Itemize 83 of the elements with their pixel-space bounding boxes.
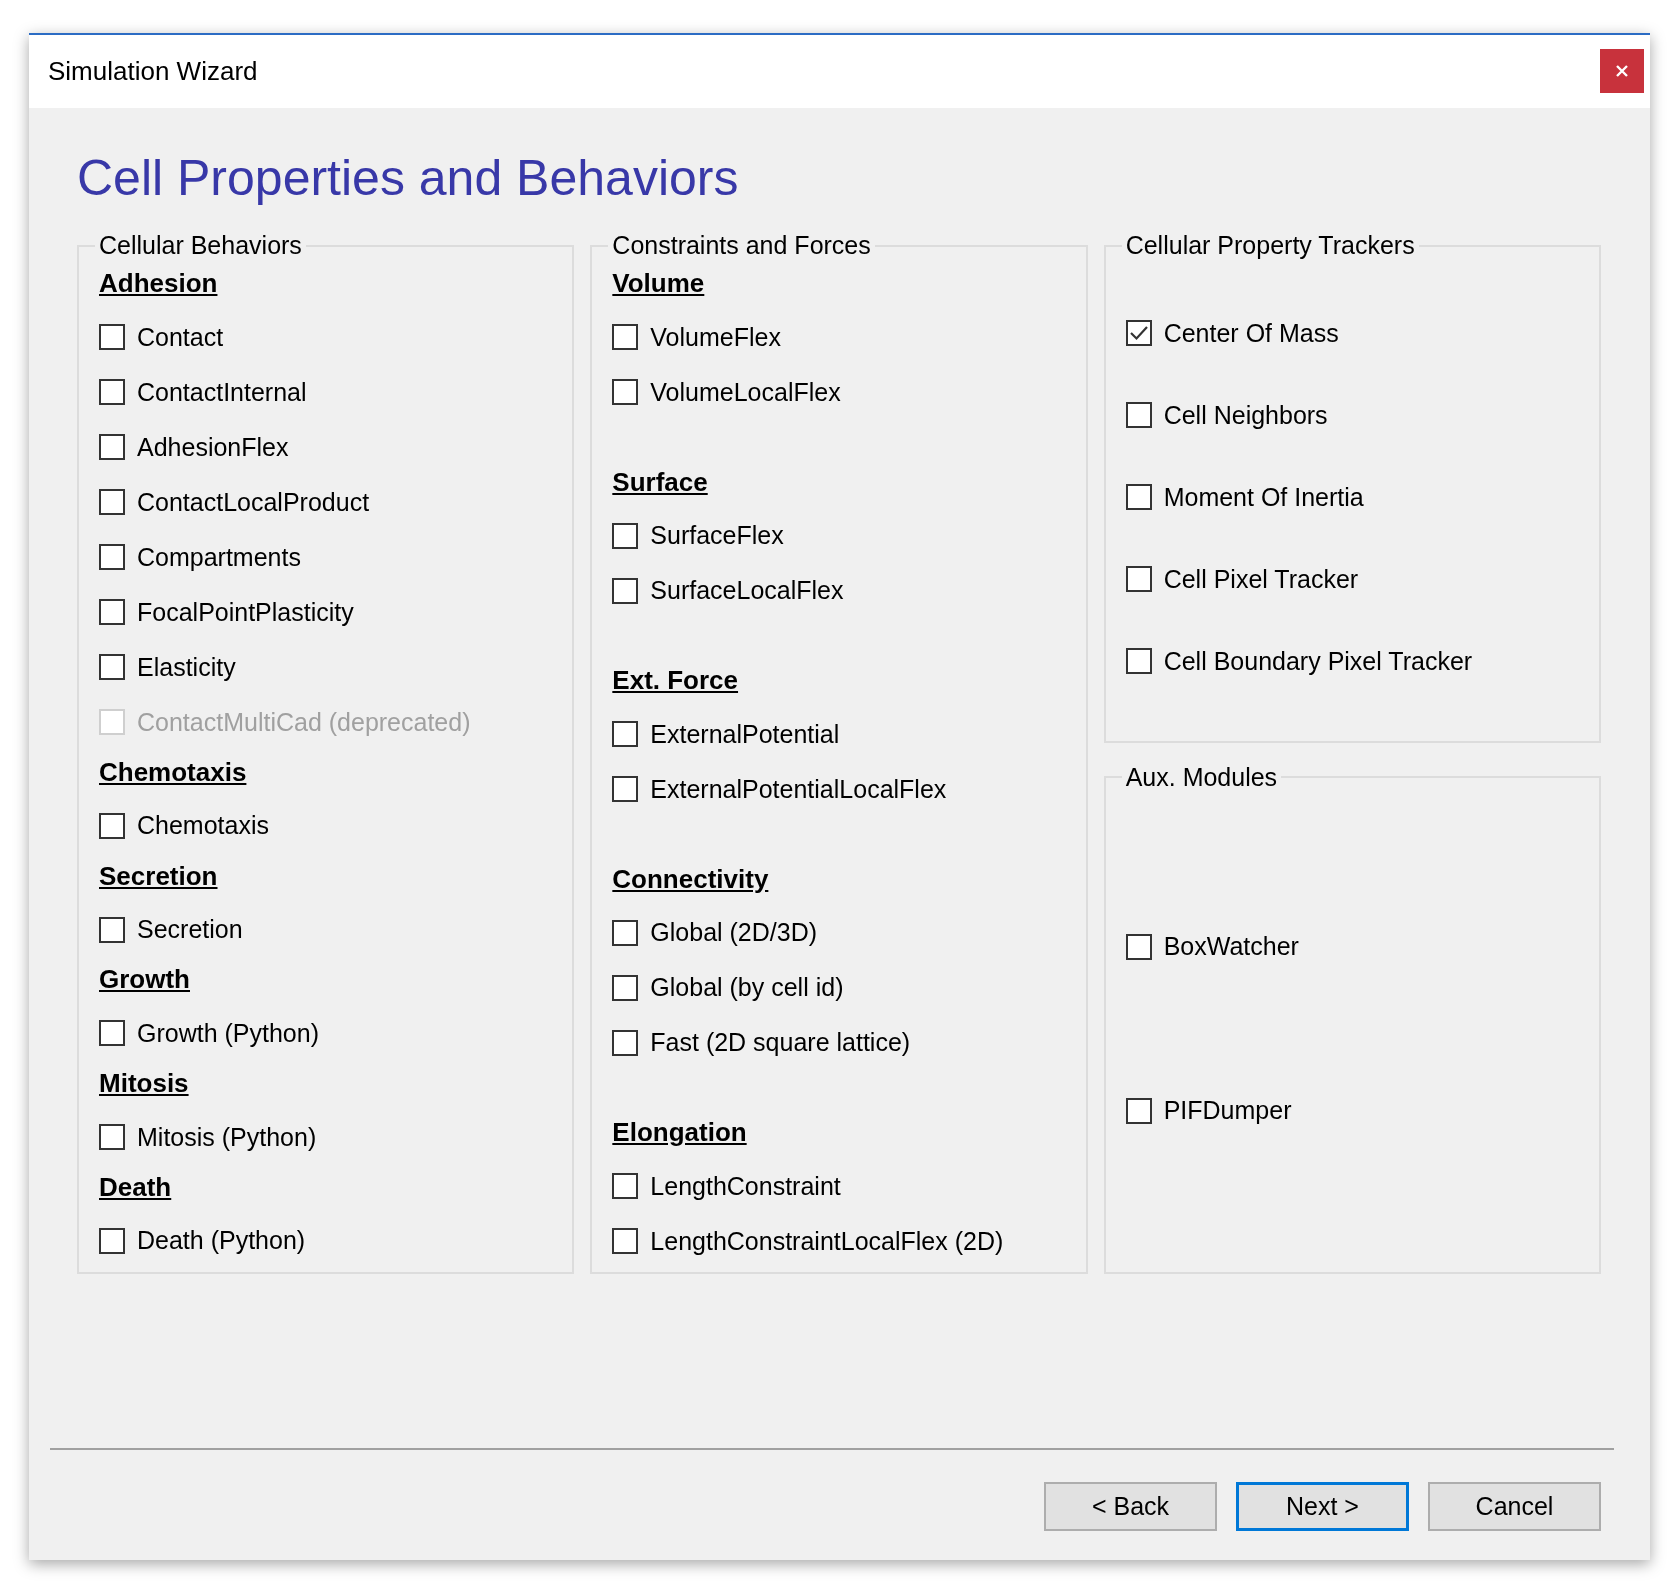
close-button[interactable] xyxy=(1600,49,1644,93)
checkbox[interactable] xyxy=(1125,648,1152,675)
checkbox[interactable] xyxy=(1125,1097,1152,1124)
section-heading: Death xyxy=(99,1172,173,1203)
dialog-button[interactable]: Cancel xyxy=(1428,1482,1601,1531)
option-label[interactable]: Global (2D/3D) xyxy=(650,918,818,947)
option-label[interactable]: ExternalPotential xyxy=(650,719,840,749)
checkbox[interactable] xyxy=(99,379,125,405)
section-heading: Secretion xyxy=(99,860,219,892)
group-title: Aux. Modules xyxy=(1124,762,1279,792)
option-label[interactable]: BoxWatcher xyxy=(1163,932,1299,962)
option-label[interactable]: Cell Pixel Tracker xyxy=(1163,564,1359,594)
option-label[interactable]: LengthConstraintLocalFlex (2D) xyxy=(650,1226,1004,1256)
close-icon xyxy=(1615,64,1629,78)
option-label[interactable]: FocalPointPlasticity xyxy=(137,597,354,627)
option-label[interactable]: ExternalPotentialLocalFlex xyxy=(650,774,947,804)
checkbox[interactable] xyxy=(612,1228,639,1254)
window-title: Simulation Wizard xyxy=(48,56,258,87)
checkbox[interactable] xyxy=(612,1173,639,1199)
checkbox[interactable] xyxy=(1125,484,1152,511)
option-label[interactable]: Mitosis (Python) xyxy=(137,1122,317,1152)
checkbox[interactable] xyxy=(99,654,125,680)
checkbox[interactable] xyxy=(99,434,125,460)
page-heading: Cell Properties and Behaviors xyxy=(77,149,740,208)
option-label[interactable]: ContactLocalProduct xyxy=(137,487,370,517)
option-label[interactable]: Chemotaxis xyxy=(137,811,269,841)
option-label[interactable]: Fast (2D square lattice) xyxy=(650,1028,911,1057)
checkbox[interactable] xyxy=(612,721,639,747)
dialog-button[interactable]: Next > xyxy=(1236,1482,1409,1531)
dialog-button[interactable]: < Back xyxy=(1044,1482,1217,1531)
option-label[interactable]: Contact xyxy=(137,322,224,352)
option-label[interactable]: SurfaceFlex xyxy=(650,521,784,550)
checkbox[interactable] xyxy=(1125,402,1152,429)
group-title: Cellular Behaviors xyxy=(98,231,303,260)
checkmark-icon xyxy=(1128,325,1149,342)
option-label[interactable]: AdhesionFlex xyxy=(137,432,289,462)
group-title: Constraints and Forces xyxy=(611,231,872,260)
option-label[interactable]: Growth (Python) xyxy=(137,1018,319,1048)
option-label[interactable]: Cell Boundary Pixel Tracker xyxy=(1163,646,1473,676)
checkbox[interactable] xyxy=(612,1029,639,1056)
option-label[interactable]: VolumeFlex xyxy=(650,322,781,352)
option-label[interactable]: Global (by cell id) xyxy=(650,973,844,1002)
option-label[interactable]: ContactInternal xyxy=(137,377,307,407)
checkbox[interactable] xyxy=(1125,320,1152,347)
checkbox[interactable] xyxy=(99,544,125,570)
section-heading: Connectivity xyxy=(612,863,770,895)
section-heading: Surface xyxy=(612,466,709,498)
checkbox[interactable] xyxy=(99,1228,125,1254)
checkbox[interactable] xyxy=(612,577,639,604)
checkbox[interactable] xyxy=(612,324,639,350)
checkbox[interactable] xyxy=(99,1124,125,1151)
option-label[interactable]: Moment Of Inertia xyxy=(1163,482,1364,512)
section-heading: Growth xyxy=(99,964,191,996)
checkbox[interactable] xyxy=(99,324,125,350)
group-title: Cellular Property Trackers xyxy=(1124,231,1416,260)
checkbox[interactable] xyxy=(612,522,639,549)
option-label[interactable]: SurfaceLocalFlex xyxy=(650,576,844,605)
checkbox[interactable] xyxy=(99,1020,125,1047)
option-label[interactable]: Secretion xyxy=(137,915,243,945)
option-label[interactable]: LengthConstraint xyxy=(650,1171,841,1201)
option-label[interactable]: PIFDumper xyxy=(1163,1096,1292,1126)
option-label[interactable]: VolumeLocalFlex xyxy=(650,377,841,407)
option-label[interactable]: Cell Neighbors xyxy=(1163,400,1328,430)
checkbox[interactable] xyxy=(99,489,125,515)
section-heading: Chemotaxis xyxy=(99,756,248,788)
section-heading: Adhesion xyxy=(99,268,219,299)
section-heading: Volume xyxy=(612,268,706,299)
option-label[interactable]: Compartments xyxy=(137,542,301,572)
section-heading: Elongation xyxy=(612,1117,748,1148)
checkbox[interactable] xyxy=(612,974,639,1001)
checkbox[interactable] xyxy=(99,812,125,839)
checkbox[interactable] xyxy=(99,599,125,625)
checkbox[interactable] xyxy=(1125,933,1152,960)
option-label[interactable]: Center Of Mass xyxy=(1163,318,1339,348)
checkbox[interactable] xyxy=(612,379,639,405)
option-label[interactable]: Elasticity xyxy=(137,652,236,682)
option-label[interactable]: Death (Python) xyxy=(137,1226,306,1256)
checkbox[interactable] xyxy=(612,776,639,802)
section-heading: Mitosis xyxy=(99,1068,190,1100)
checkbox[interactable] xyxy=(612,919,639,946)
checkbox[interactable] xyxy=(1125,566,1152,593)
checkbox[interactable] xyxy=(99,916,125,943)
section-heading: Ext. Force xyxy=(612,665,740,696)
